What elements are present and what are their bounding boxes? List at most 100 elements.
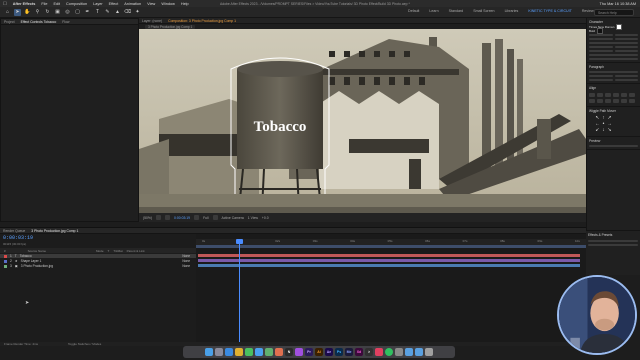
maps-icon[interactable] [265, 348, 273, 356]
layer-name[interactable]: 3 Photo Production.jpg [21, 264, 53, 268]
resolution-dropdown[interactable]: Full [203, 216, 208, 220]
timeline-timecode[interactable]: 0:00:03:19 [3, 235, 33, 241]
spotify-icon[interactable] [385, 348, 393, 356]
distribute-vcenter-icon[interactable] [621, 99, 627, 103]
stamp-tool-icon[interactable]: ▲ [114, 9, 121, 16]
hand-tool-icon[interactable]: ✋ [24, 9, 31, 16]
effects-search-input[interactable] [588, 240, 638, 242]
playhead-line[interactable] [239, 239, 240, 344]
stroke-width-field[interactable] [589, 42, 638, 44]
safari-icon[interactable] [225, 348, 233, 356]
launchpad-icon[interactable] [215, 348, 223, 356]
downloads-icon[interactable] [415, 348, 423, 356]
leading-field[interactable] [614, 34, 638, 36]
tab-flow[interactable]: Flow [62, 20, 69, 24]
distribute-top-icon[interactable] [613, 99, 619, 103]
indent-right-field[interactable] [614, 75, 638, 77]
arrow-down-icon[interactable]: ↓ [601, 128, 606, 133]
help-search-input[interactable]: Search Help [594, 9, 634, 16]
zoom-dropdown[interactable]: (50%) [143, 216, 152, 220]
tab-project[interactable]: Project [4, 20, 15, 24]
arrow-down-right-icon[interactable]: ↘ [607, 128, 612, 133]
rotate-tool-icon[interactable]: ↻ [44, 9, 51, 16]
mask-toggle-icon[interactable] [165, 215, 171, 220]
layer-parent[interactable]: None [182, 259, 190, 263]
music-icon[interactable] [375, 348, 383, 356]
col-parent[interactable]: Parent & Link [127, 249, 145, 253]
menu-app-name[interactable]: After Effects [13, 2, 36, 6]
timeline-tracks[interactable]: 0s 01s 02s 03s 04s 05s 06s 07s 08s 09s 1… [196, 234, 586, 344]
work-area-bar[interactable] [196, 245, 586, 248]
align-bottom-icon[interactable] [629, 93, 635, 97]
layer-color-label[interactable] [4, 254, 7, 258]
align-hcenter-icon[interactable] [597, 93, 603, 97]
photoshop-icon[interactable]: Ps [335, 348, 343, 356]
camera-tool-icon[interactable]: ▣ [54, 9, 61, 16]
toggle-switches-button[interactable]: Toggle Switches / Modes [68, 342, 101, 346]
font-style-dropdown[interactable]: Bold [589, 29, 595, 33]
shape-tool-icon[interactable]: ▢ [74, 9, 81, 16]
layer-parent[interactable]: None [182, 254, 190, 258]
menu-composition[interactable]: Composition [66, 2, 87, 6]
layer-row[interactable]: 3 ▣ 3 Photo Production.jpg None [0, 264, 196, 268]
align-left-icon[interactable] [589, 93, 595, 97]
arrow-down-left-icon[interactable]: ↙ [595, 128, 600, 133]
paragraph-align-row[interactable] [589, 71, 638, 73]
view-layout-dropdown[interactable]: 1 View [248, 216, 258, 220]
layer-color-label[interactable] [4, 264, 7, 268]
eraser-tool-icon[interactable]: ⌫ [124, 9, 131, 16]
premiere-icon[interactable]: Pr [305, 348, 313, 356]
align-top-icon[interactable] [613, 93, 619, 97]
layer-parent[interactable]: None [182, 264, 190, 268]
tab-render-queue[interactable]: Render Queue [3, 229, 25, 233]
overlay-text-tobacco[interactable]: Tobacco [254, 119, 307, 135]
apple-icon[interactable]:  [3, 1, 7, 7]
workspace-default[interactable]: Default [408, 9, 419, 13]
layer-track-bar[interactable] [198, 264, 580, 267]
layer-track-bar[interactable] [198, 254, 580, 257]
fill-color-swatch[interactable] [616, 24, 623, 30]
workspace-review[interactable]: Review [582, 9, 594, 13]
menu-help[interactable]: Help [181, 2, 189, 6]
mail-icon[interactable] [255, 348, 263, 356]
grid-toggle-icon[interactable] [156, 215, 162, 220]
system-settings-icon[interactable] [395, 348, 403, 356]
kerning-field[interactable] [589, 38, 613, 40]
tab-effect-controls[interactable]: Effect Controls Tobacco [21, 20, 57, 24]
brush-tool-icon[interactable]: ✎ [104, 9, 111, 16]
type-tool-icon[interactable]: T [94, 9, 101, 16]
horizontal-scale-field[interactable] [614, 46, 638, 48]
layer-row[interactable]: 2 ★ Shape Layer 1 None [0, 259, 196, 263]
ligatures-row[interactable] [589, 58, 638, 60]
indent-left-field[interactable] [589, 75, 613, 77]
messages-icon[interactable] [245, 348, 253, 356]
exposure-value[interactable]: +0.0 [262, 216, 269, 220]
workspace-small-screen[interactable]: Small Screen [473, 9, 494, 13]
selection-tool-icon[interactable]: ➤ [14, 8, 21, 16]
workspace-libraries[interactable]: Libraries [505, 9, 519, 13]
col-source-name[interactable]: Source Name [28, 249, 46, 253]
pan-behind-tool-icon[interactable]: ◎ [64, 9, 71, 16]
distribute-hcenter-icon[interactable] [597, 99, 603, 103]
puppet-tool-icon[interactable]: ✦ [134, 9, 141, 16]
layer-name[interactable]: Tobacco [20, 254, 32, 258]
menu-file[interactable]: File [41, 2, 47, 6]
layer-color-label[interactable] [4, 259, 7, 263]
menu-window[interactable]: Window [161, 2, 175, 6]
folder-icon[interactable] [405, 348, 413, 356]
col-t[interactable]: T [108, 249, 110, 253]
notion-icon[interactable]: N [285, 348, 293, 356]
tab-layer[interactable]: Layer: (none) [142, 19, 162, 23]
distribute-bottom-icon[interactable] [629, 99, 635, 103]
tab-composition[interactable]: Composition: 3 Photo Production.jpg Comp… [168, 19, 236, 23]
menu-clock[interactable]: Thu Mar 16 10:38 AM [599, 2, 636, 6]
viewer-timecode[interactable]: 0:00:03:19 [174, 216, 190, 220]
baseline-shift-field[interactable] [589, 50, 613, 52]
distribute-right-icon[interactable] [605, 99, 611, 103]
distribute-left-icon[interactable] [589, 99, 595, 103]
finder-icon[interactable] [205, 348, 213, 356]
space-before-field[interactable] [589, 79, 613, 81]
menu-edit[interactable]: Edit [53, 2, 60, 6]
menu-view[interactable]: View [147, 2, 155, 6]
snapshot-icon[interactable] [194, 215, 200, 220]
